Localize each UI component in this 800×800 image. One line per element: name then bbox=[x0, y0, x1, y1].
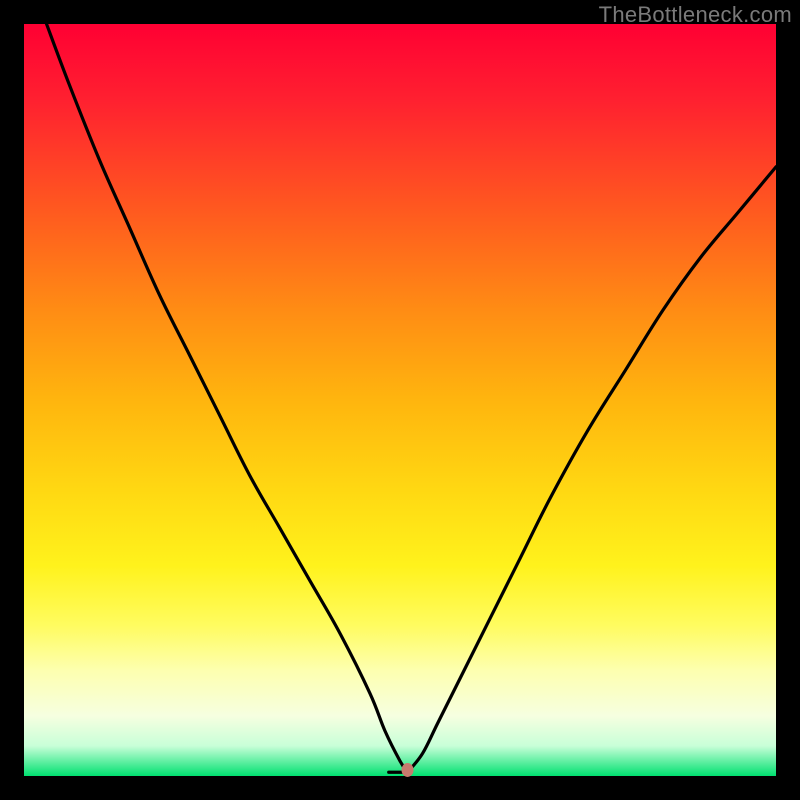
minimum-marker bbox=[402, 763, 414, 777]
plot-area bbox=[24, 24, 776, 776]
curve-path bbox=[47, 24, 776, 774]
watermark-text: TheBottleneck.com bbox=[599, 2, 792, 28]
bottleneck-curve bbox=[24, 24, 776, 776]
chart-frame: TheBottleneck.com bbox=[0, 0, 800, 800]
